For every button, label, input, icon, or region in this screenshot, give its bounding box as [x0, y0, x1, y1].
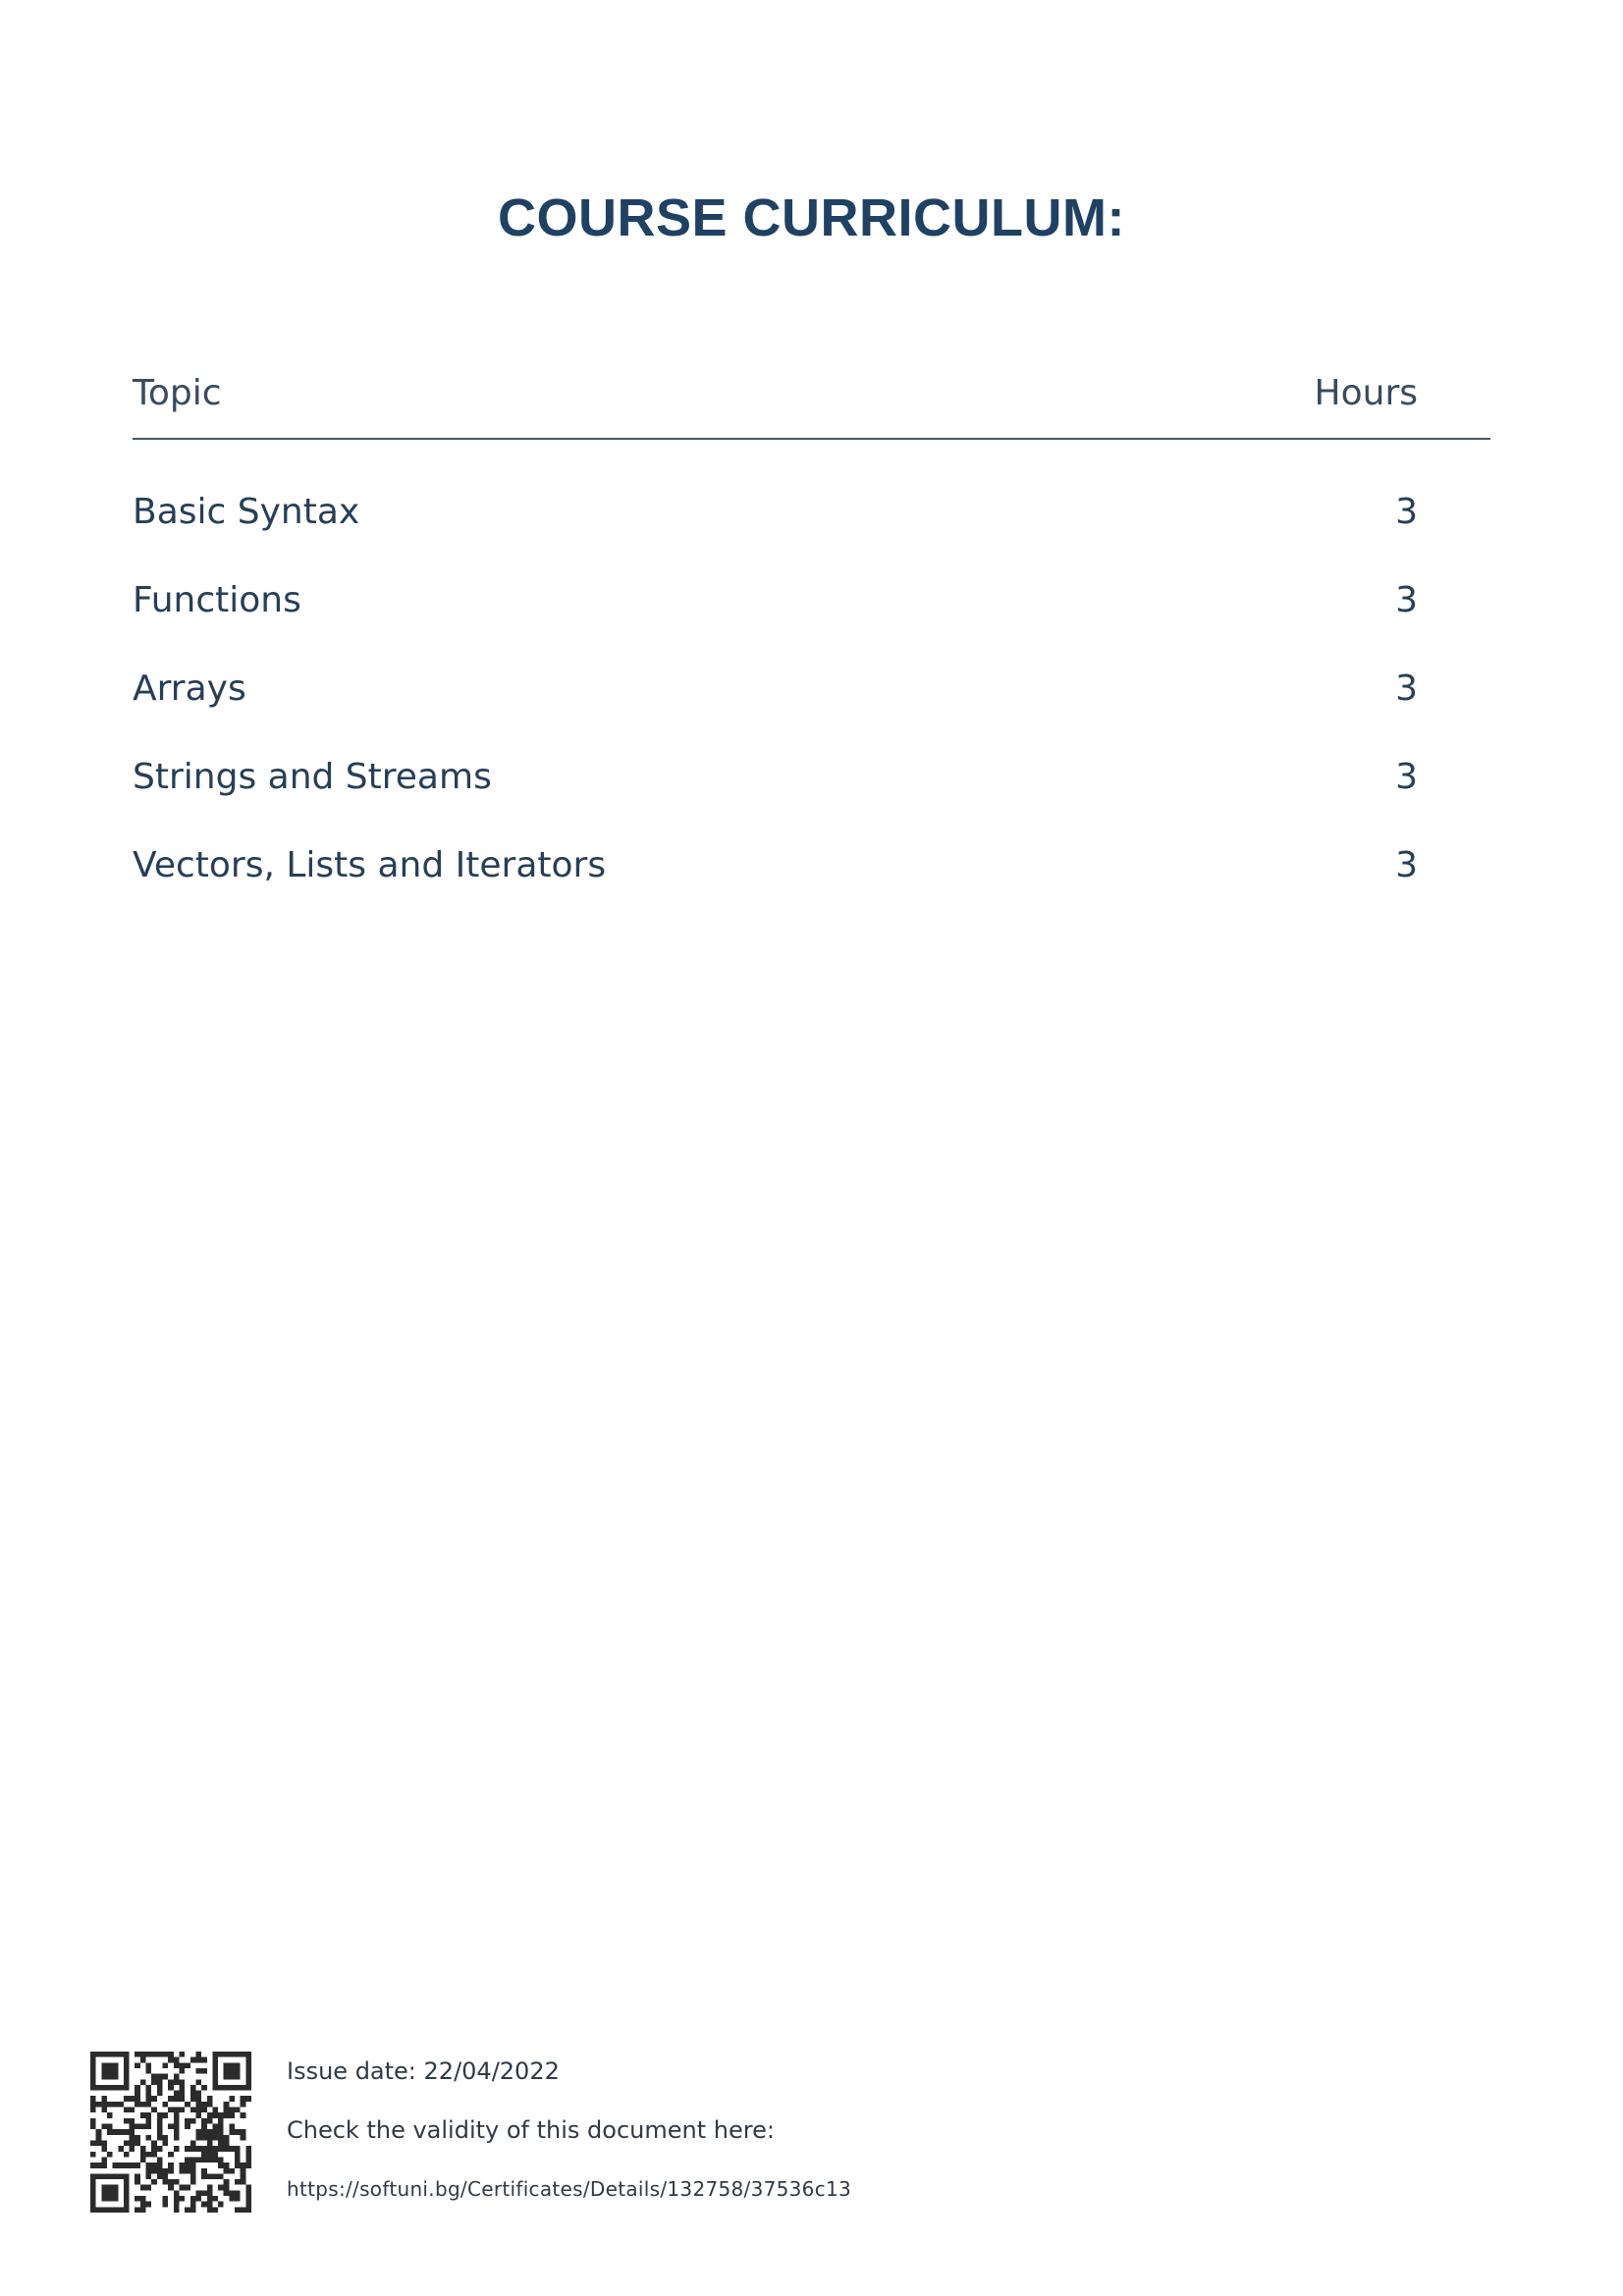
topic-cell: Functions	[133, 579, 301, 620]
certificate-footer: Issue date: 22/04/2022 Check the validit…	[90, 2052, 974, 2218]
validation-link[interactable]: https://softuni.bg/Certificates/Details/…	[287, 2176, 851, 2202]
qr-code-icon[interactable]	[90, 2052, 251, 2213]
table-row: Vectors, Lists and Iterators 3	[133, 821, 1490, 909]
table-body: Basic Syntax 3 Functions 3 Arrays 3 Stri…	[133, 467, 1490, 909]
table-header: Topic Hours	[133, 373, 1490, 440]
table-row: Strings and Streams 3	[133, 732, 1490, 821]
validity-note: Check the validity of this document here…	[287, 2116, 775, 2144]
hours-cell: 3	[1395, 491, 1418, 532]
table-row: Functions 3	[133, 556, 1490, 644]
topic-cell: Arrays	[133, 667, 246, 709]
topic-cell: Strings and Streams	[133, 756, 492, 797]
curriculum-table: Topic Hours Basic Syntax 3 Functions 3 A…	[133, 373, 1490, 909]
topic-cell: Vectors, Lists and Iterators	[133, 844, 607, 885]
page-title: COURSE CURRICULUM:	[498, 188, 1125, 247]
table-row: Arrays 3	[133, 644, 1490, 732]
footer-text: Issue date: 22/04/2022 Check the validit…	[287, 2052, 851, 2202]
topic-cell: Basic Syntax	[133, 491, 360, 532]
hours-cell: 3	[1395, 579, 1418, 620]
issue-date: Issue date: 22/04/2022	[287, 2057, 560, 2085]
hours-cell: 3	[1395, 756, 1418, 797]
column-header-topic: Topic	[133, 373, 222, 413]
table-row: Basic Syntax 3	[133, 467, 1490, 556]
hours-cell: 3	[1395, 667, 1418, 709]
hours-cell: 3	[1395, 844, 1418, 885]
column-header-hours: Hours	[1314, 373, 1418, 413]
